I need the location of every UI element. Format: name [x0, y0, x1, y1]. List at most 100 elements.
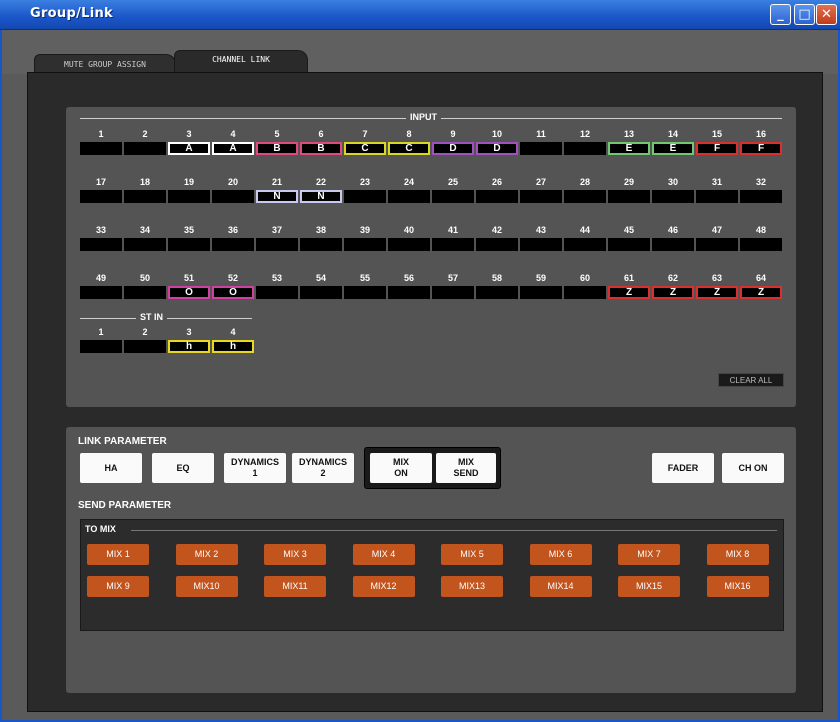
channel-number: 40 [403, 225, 414, 235]
mix-send-button[interactable]: MIX12 [352, 576, 415, 597]
channel-link-box[interactable] [476, 286, 518, 299]
channel-link-box[interactable]: D [432, 142, 474, 155]
mix-send-button[interactable]: MIX 3 [264, 544, 326, 565]
channel-link-box[interactable] [652, 190, 694, 203]
channel-link-box[interactable] [740, 190, 782, 203]
channel-link-box[interactable] [80, 190, 122, 203]
channel-link-box[interactable] [564, 286, 606, 299]
channel-link-box[interactable]: F [740, 142, 782, 155]
channel-link-box[interactable]: C [388, 142, 430, 155]
channel-link-box[interactable] [520, 286, 562, 299]
channel-link-box[interactable] [652, 238, 694, 251]
channel-link-box[interactable] [80, 142, 122, 155]
channel-link-box[interactable] [476, 238, 518, 251]
channel-link-box[interactable] [432, 238, 474, 251]
channel-link-box[interactable] [212, 238, 254, 251]
channel-link-box[interactable]: Z [608, 286, 650, 299]
channel-link-box[interactable] [520, 190, 562, 203]
channel-number: 36 [227, 225, 238, 235]
channel-link-box[interactable]: Z [740, 286, 782, 299]
channel-link-box[interactable]: E [652, 142, 694, 155]
clear-all-button[interactable]: CLEAR ALL [718, 373, 784, 387]
channel-link-box[interactable]: A [168, 142, 210, 155]
channel-link-box[interactable] [564, 142, 606, 155]
channel-link-box[interactable] [432, 286, 474, 299]
channel-link-box[interactable] [520, 142, 562, 155]
mix-send-button[interactable]: MIX 2 [175, 544, 238, 565]
channel-link-box[interactable] [520, 238, 562, 251]
link-mix-on-button[interactable]: MIX ON [370, 453, 432, 483]
channel-link-box[interactable]: Z [696, 286, 738, 299]
channel-link-box[interactable]: N [300, 190, 342, 203]
channel-link-box[interactable] [344, 190, 386, 203]
channel-link-box[interactable] [344, 286, 386, 299]
channel-link-box[interactable] [740, 238, 782, 251]
title-bar[interactable]: Group/Link _ □ ✕ [0, 0, 840, 30]
channel-link-box[interactable] [696, 238, 738, 251]
channel-link-box[interactable]: O [168, 286, 210, 299]
link-dynamics1-button[interactable]: DYNAMICS 1 [224, 453, 286, 483]
channel-link-box[interactable]: B [256, 142, 298, 155]
channel-link-box[interactable] [564, 238, 606, 251]
channel-link-box[interactable] [124, 142, 166, 155]
mix-send-button[interactable]: MIX10 [175, 576, 238, 597]
channel-link-box[interactable]: F [696, 142, 738, 155]
channel-link-box[interactable]: Z [652, 286, 694, 299]
channel-link-box[interactable] [300, 238, 342, 251]
channel-link-box[interactable] [256, 286, 298, 299]
st-in-link-box[interactable] [80, 340, 122, 353]
mix-send-button[interactable]: MIX 9 [87, 576, 149, 597]
channel-link-box[interactable]: N [256, 190, 298, 203]
mix-send-button[interactable]: MIX11 [264, 576, 326, 597]
close-button[interactable]: ✕ [816, 4, 837, 25]
maximize-button[interactable]: □ [794, 4, 815, 25]
link-fader-button[interactable]: FADER [652, 453, 714, 483]
channel-link-box[interactable]: D [476, 142, 518, 155]
channel-link-box[interactable]: C [344, 142, 386, 155]
channel-link-box[interactable] [564, 190, 606, 203]
mix-send-button[interactable]: MIX 6 [529, 544, 592, 565]
link-dynamics2-button[interactable]: DYNAMICS 2 [292, 453, 354, 483]
channel-link-box[interactable] [124, 190, 166, 203]
link-ha-button[interactable]: HA [80, 453, 142, 483]
channel-link-box[interactable] [388, 238, 430, 251]
channel-link-box[interactable] [608, 190, 650, 203]
channel-link-box[interactable]: B [300, 142, 342, 155]
st-in-link-box[interactable]: h [168, 340, 210, 353]
st-in-link-box[interactable] [124, 340, 166, 353]
channel-link-box[interactable] [388, 286, 430, 299]
channel-link-box[interactable] [256, 238, 298, 251]
channel-link-box[interactable] [476, 190, 518, 203]
mix-send-button[interactable]: MIX 5 [441, 544, 503, 565]
tab-mute-group-assign[interactable]: MUTE GROUP ASSIGN [34, 54, 176, 74]
channel-link-box[interactable] [344, 238, 386, 251]
mix-send-button[interactable]: MIX13 [441, 576, 503, 597]
channel-link-box[interactable] [168, 238, 210, 251]
channel-link-box[interactable] [124, 238, 166, 251]
channel-link-box[interactable] [168, 190, 210, 203]
channel-link-box[interactable] [300, 286, 342, 299]
mix-send-button[interactable]: MIX15 [618, 576, 680, 597]
channel-link-box[interactable] [388, 190, 430, 203]
mix-send-button[interactable]: MIX 4 [352, 544, 415, 565]
channel-link-box[interactable] [124, 286, 166, 299]
st-in-link-box[interactable]: h [212, 340, 254, 353]
channel-link-box[interactable] [80, 238, 122, 251]
channel-link-box[interactable] [608, 238, 650, 251]
channel-link-box[interactable] [80, 286, 122, 299]
channel-link-box[interactable]: E [608, 142, 650, 155]
mix-send-button[interactable]: MIX16 [706, 576, 769, 597]
channel-link-box[interactable] [696, 190, 738, 203]
channel-link-box[interactable]: A [212, 142, 254, 155]
minimize-button[interactable]: _ [770, 4, 791, 25]
mix-send-button[interactable]: MIX 8 [706, 544, 769, 565]
link-ch-on-button[interactable]: CH ON [722, 453, 784, 483]
mix-send-button[interactable]: MIX 7 [618, 544, 680, 565]
mix-send-button[interactable]: MIX14 [529, 576, 592, 597]
channel-link-box[interactable] [212, 190, 254, 203]
link-eq-button[interactable]: EQ [152, 453, 214, 483]
channel-link-box[interactable]: O [212, 286, 254, 299]
mix-send-button[interactable]: MIX 1 [87, 544, 149, 565]
channel-link-box[interactable] [432, 190, 474, 203]
link-mix-send-button[interactable]: MIX SEND [436, 453, 496, 483]
